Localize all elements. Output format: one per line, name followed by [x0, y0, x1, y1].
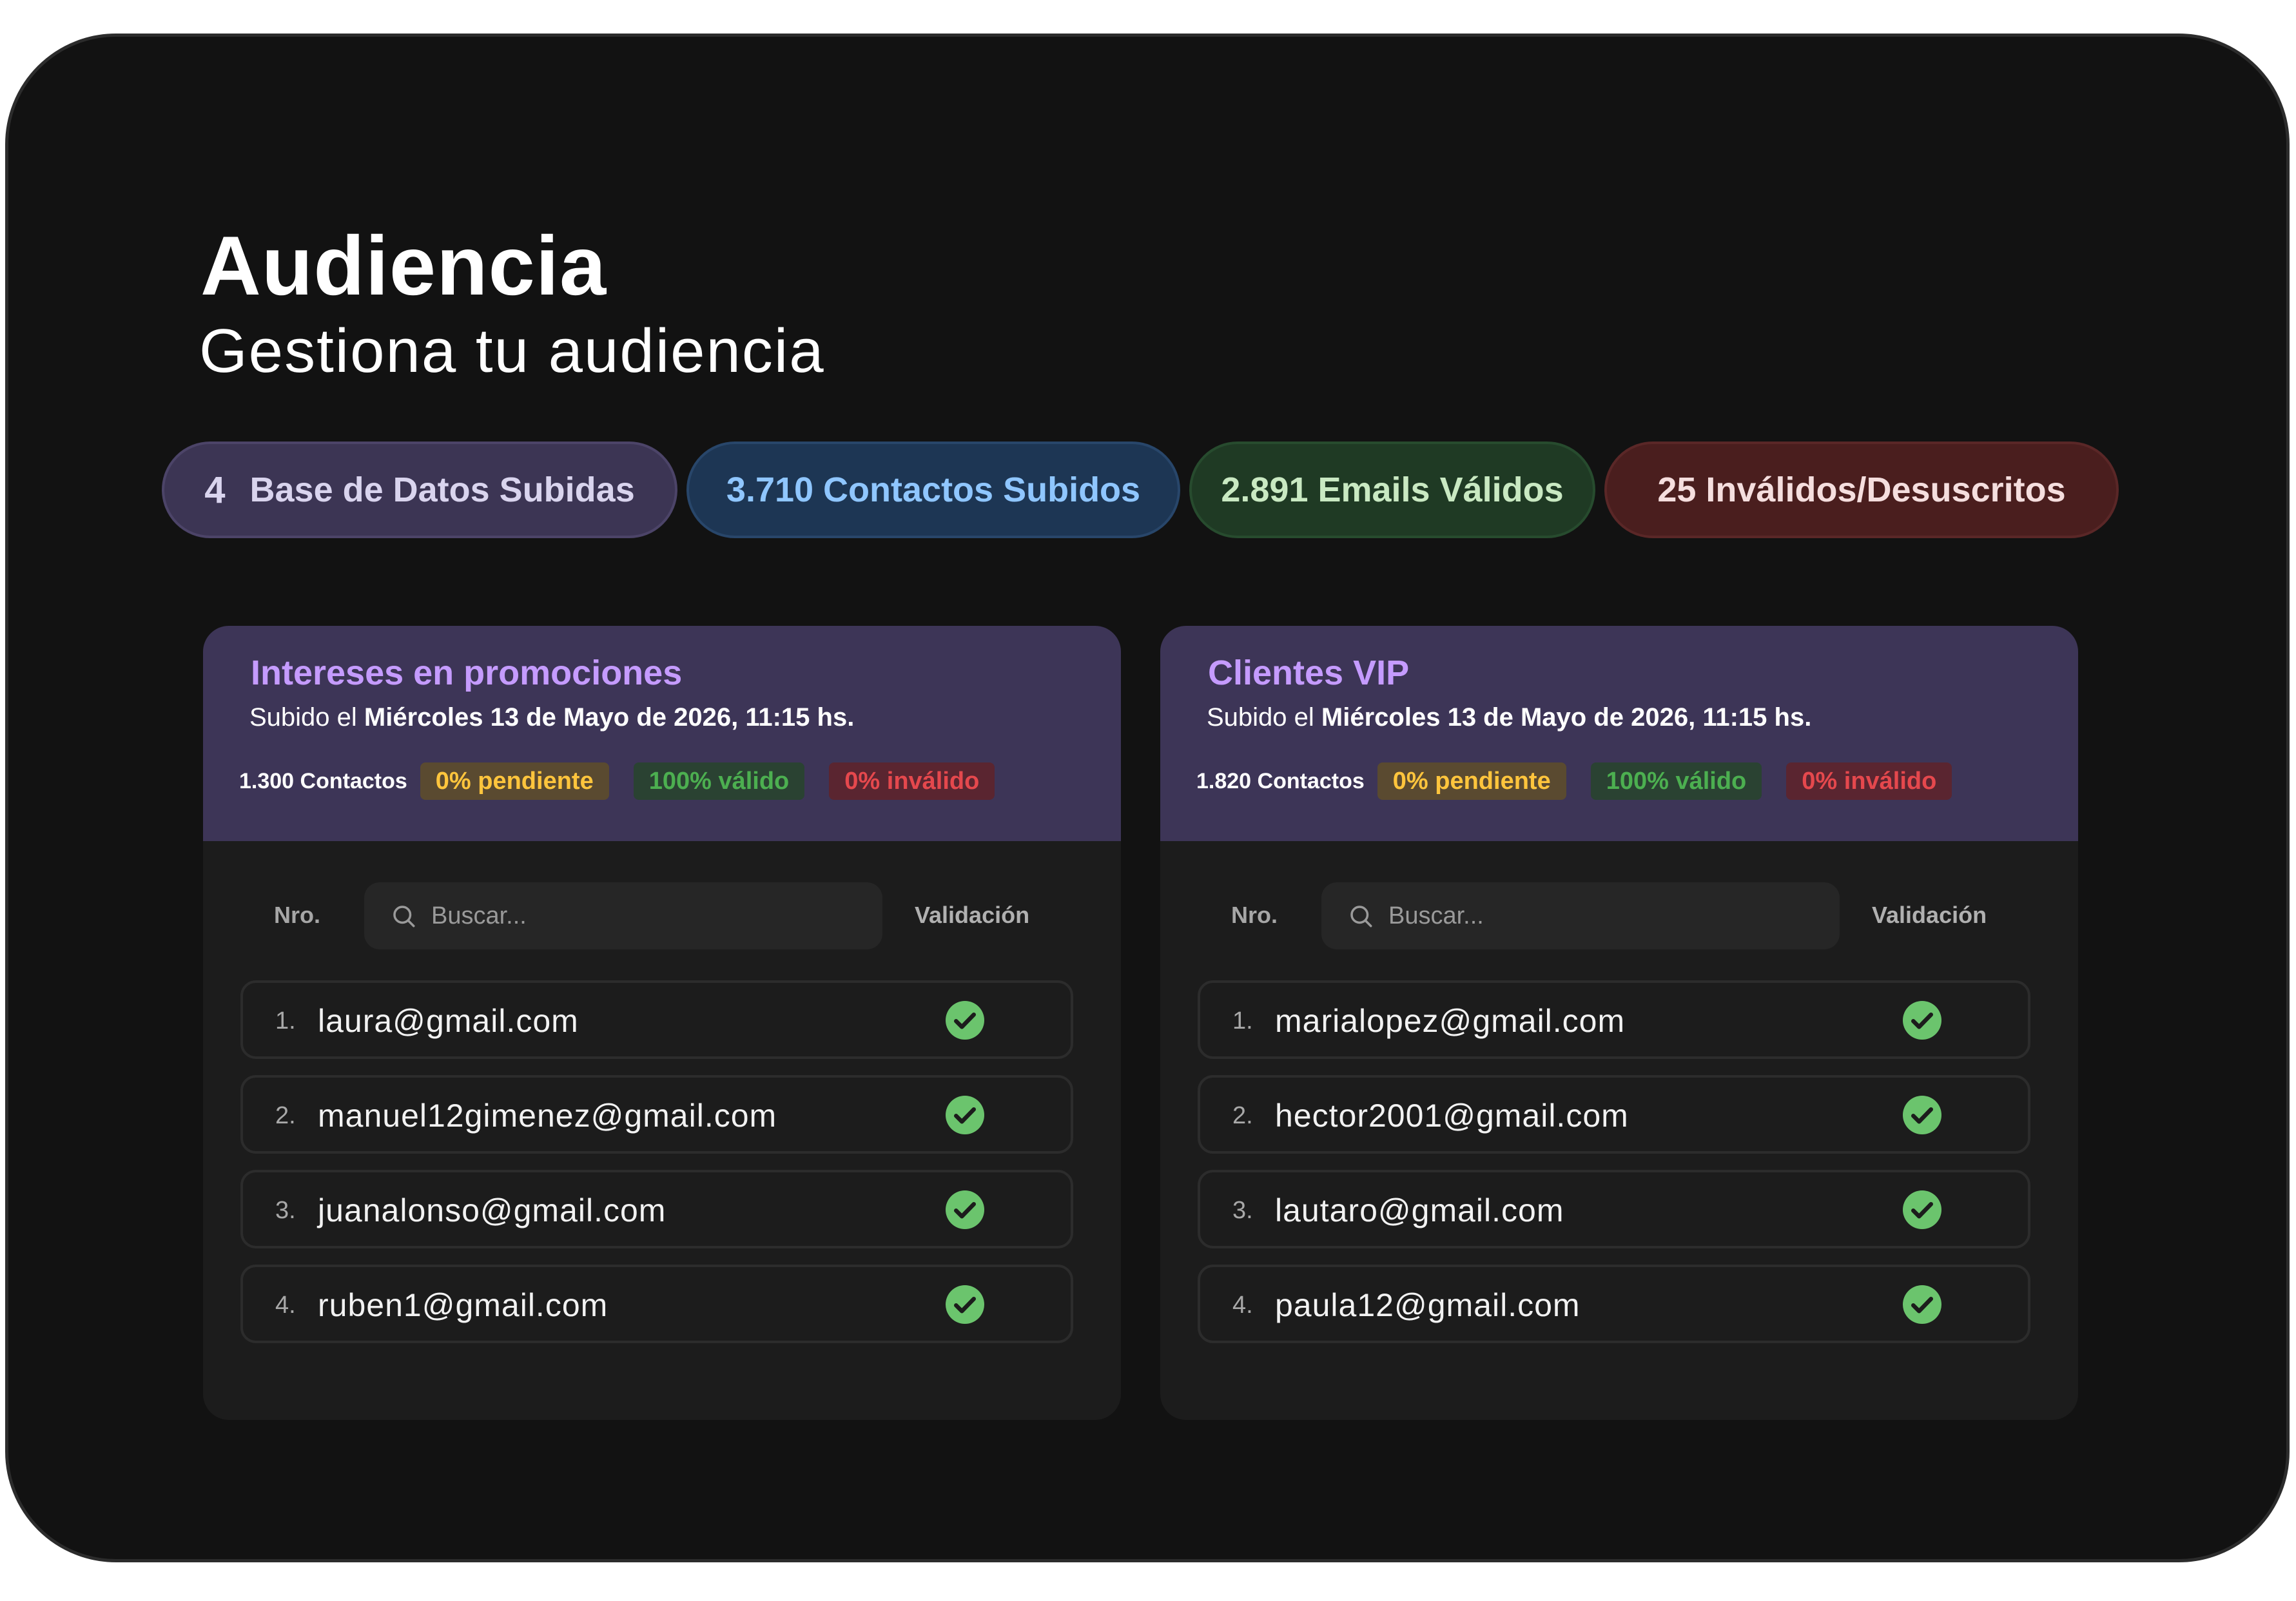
app-window: Audiencia Gestiona tu audiencia 4 Base d…	[5, 34, 2290, 1562]
row-number: 4.	[1232, 1292, 1253, 1319]
row-email: juanalonso@gmail.com	[318, 1192, 666, 1228]
upload-prefix: Subido el	[1207, 703, 1314, 732]
check-circle-icon	[946, 1190, 984, 1229]
search-input[interactable]	[1387, 901, 1828, 931]
column-validation-header: Validación	[1872, 902, 1987, 928]
upload-info: Subido el Miércoles 13 de Mayo de 2026, …	[249, 703, 854, 732]
card-header: Intereses en promociones Subido el Miérc…	[203, 626, 1121, 841]
list-title[interactable]: Intereses en promociones	[251, 653, 682, 693]
upload-info: Subido el Miércoles 13 de Mayo de 2026, …	[1207, 703, 1811, 732]
table-row[interactable]: 1. marialopez@gmail.com	[1198, 980, 2030, 1059]
card-header: Clientes VIP Subido el Miércoles 13 de M…	[1160, 626, 2078, 841]
invalid-badge: 0% inválido	[1786, 762, 1952, 800]
list-title[interactable]: Clientes VIP	[1208, 653, 1409, 693]
check-circle-icon	[946, 1096, 984, 1134]
column-validation-header: Validación	[915, 902, 1030, 928]
audience-list-card: Intereses en promociones Subido el Miérc…	[203, 626, 1121, 1420]
list-stats: 1.820 Contactos 0% pendiente 100% válido…	[1196, 762, 1976, 800]
row-number: 3.	[275, 1197, 296, 1224]
column-number-header: Nro.	[274, 902, 320, 928]
invalid-unsubscribed-badge: 25 Inválidos/Desuscritos	[1604, 441, 2119, 538]
row-number: 1.	[275, 1007, 296, 1034]
row-email: ruben1@gmail.com	[318, 1287, 608, 1323]
check-circle-icon	[1903, 1001, 1941, 1040]
row-number: 2.	[275, 1102, 296, 1129]
search-icon	[393, 906, 415, 927]
databases-label: Base de Datos Subidas	[249, 471, 635, 509]
list-stats: 1.300 Contactos 0% pendiente 100% válido…	[239, 762, 1019, 800]
row-email: hector2001@gmail.com	[1275, 1098, 1629, 1134]
audience-list-card: Clientes VIP Subido el Miércoles 13 de M…	[1160, 626, 2078, 1420]
column-number-header: Nro.	[1231, 902, 1278, 928]
check-circle-icon	[1903, 1190, 1941, 1229]
table-row[interactable]: 2. manuel12gimenez@gmail.com	[240, 1075, 1073, 1154]
contacts-uploaded-badge: 3.710 Contactos Subidos	[686, 441, 1180, 538]
page-subtitle: Gestiona tu audiencia	[199, 316, 825, 385]
row-email: laura@gmail.com	[318, 1003, 579, 1039]
row-number: 3.	[1232, 1197, 1253, 1224]
table-row[interactable]: 4. ruben1@gmail.com	[240, 1265, 1073, 1343]
row-email: manuel12gimenez@gmail.com	[318, 1098, 777, 1134]
invalid-badge: 0% inválido	[829, 762, 995, 800]
databases-uploaded-badge: 4 Base de Datos Subidas	[162, 441, 677, 538]
upload-date: Miércoles 13 de Mayo de 2026, 11:15 hs.	[364, 703, 855, 732]
row-email: lautaro@gmail.com	[1275, 1192, 1564, 1228]
table-header: Nro. Validación	[1160, 882, 2078, 949]
page-title: Audiencia	[200, 218, 607, 313]
table-row[interactable]: 2. hector2001@gmail.com	[1198, 1075, 2030, 1154]
table-row[interactable]: 3. juanalonso@gmail.com	[240, 1170, 1073, 1248]
row-email: marialopez@gmail.com	[1275, 1003, 1626, 1039]
search-input[interactable]	[430, 901, 871, 931]
row-email: paula12@gmail.com	[1275, 1287, 1581, 1323]
contacts-count: 1.820 Contactos	[1196, 768, 1365, 793]
valid-badge: 100% válido	[633, 762, 805, 800]
databases-count: 4	[204, 469, 226, 511]
table-row[interactable]: 1. laura@gmail.com	[240, 980, 1073, 1059]
search-box[interactable]	[364, 882, 882, 949]
search-icon	[1350, 906, 1372, 927]
pending-badge: 0% pendiente	[420, 762, 609, 800]
check-circle-icon	[1903, 1096, 1941, 1134]
pending-badge: 0% pendiente	[1377, 762, 1566, 800]
search-box[interactable]	[1321, 882, 1840, 949]
upload-date: Miércoles 13 de Mayo de 2026, 11:15 hs.	[1321, 703, 1812, 732]
upload-prefix: Subido el	[249, 703, 357, 732]
row-number: 1.	[1232, 1007, 1253, 1034]
table-header: Nro. Validación	[203, 882, 1121, 949]
table-row[interactable]: 4. paula12@gmail.com	[1198, 1265, 2030, 1343]
row-number: 4.	[275, 1292, 296, 1319]
row-number: 2.	[1232, 1102, 1253, 1129]
valid-badge: 100% válido	[1590, 762, 1762, 800]
check-circle-icon	[946, 1285, 984, 1324]
contacts-count: 1.300 Contactos	[239, 768, 407, 793]
table-row[interactable]: 3. lautaro@gmail.com	[1198, 1170, 2030, 1248]
check-circle-icon	[1903, 1285, 1941, 1324]
valid-emails-badge: 2.891 Emails Válidos	[1189, 441, 1595, 538]
check-circle-icon	[946, 1001, 984, 1040]
